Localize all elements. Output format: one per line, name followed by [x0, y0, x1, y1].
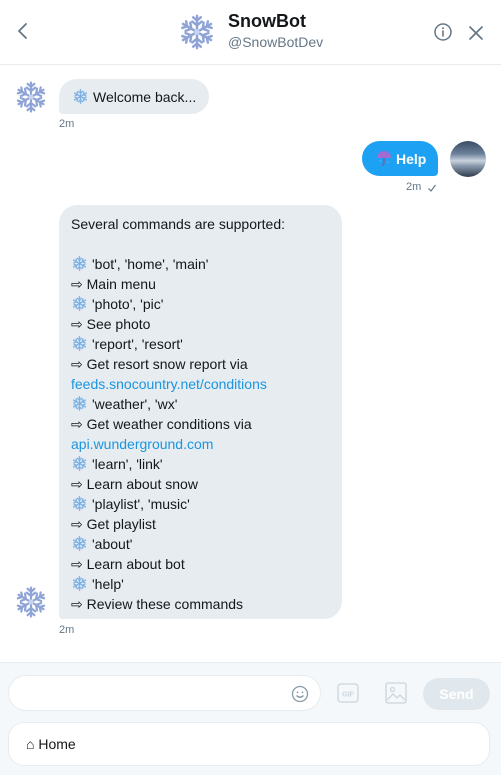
- image-icon[interactable]: [385, 682, 407, 704]
- user-avatar[interactable]: [450, 141, 486, 177]
- command-text-line: [71, 234, 330, 254]
- line-text: 'photo', 'pic': [92, 296, 164, 312]
- line-text: 'report', 'resort': [92, 336, 183, 352]
- back-arrow-icon[interactable]: [12, 20, 34, 42]
- line-text: 'weather', 'wx': [92, 396, 178, 412]
- command-text-line: ⇨ Get resort snow report via: [71, 354, 330, 374]
- command-keywords: 'bot', 'home', 'main': [71, 254, 330, 274]
- line-text: ⇨ Get playlist: [71, 516, 156, 532]
- command-keywords: 'about': [71, 534, 330, 554]
- bot-avatar[interactable]: [14, 585, 48, 619]
- line-text: ⇨ Learn about bot: [71, 556, 185, 572]
- composer-area: GIF Send ⌂ Home: [0, 662, 501, 775]
- link-text[interactable]: feeds.snocountry.net/conditions: [71, 376, 267, 392]
- close-icon[interactable]: [467, 24, 485, 42]
- snowflake-icon: [71, 335, 88, 352]
- gif-label: GIF: [342, 692, 354, 699]
- line-text: ⇨ Get weather conditions via: [71, 416, 252, 432]
- command-keywords: 'report', 'resort': [71, 334, 330, 354]
- bot-name[interactable]: SnowBot: [228, 11, 306, 32]
- line-text: ⇨ Learn about snow: [71, 476, 198, 492]
- line-text: 'playlist', 'music': [92, 496, 190, 512]
- command-keywords: 'learn', 'link': [71, 454, 330, 474]
- welcome-message-bubble: Welcome back...: [59, 79, 210, 114]
- umbrella-icon: [376, 150, 392, 166]
- command-link[interactable]: api.wunderground.com: [71, 434, 330, 454]
- bot-avatar[interactable]: [14, 80, 48, 114]
- command-link[interactable]: feeds.snocountry.net/conditions: [71, 374, 330, 394]
- command-text-line: ⇨ Main menu: [71, 274, 330, 294]
- message-timestamp: 2m: [59, 118, 75, 130]
- line-text: Several commands are supported:: [71, 216, 285, 232]
- snowflake-icon: [72, 88, 89, 105]
- commands-message-bubble: Several commands are supported: 'bot', 'h…: [59, 205, 342, 619]
- snowflake-icon: [71, 395, 88, 412]
- line-text: ⇨ Get resort snow report via: [71, 356, 248, 372]
- snowflake-icon: [71, 455, 88, 472]
- message-text: Welcome back...: [93, 89, 197, 105]
- command-text-line: ⇨ Learn about bot: [71, 554, 330, 574]
- help-message-bubble: Help: [362, 141, 439, 176]
- snowflake-icon: [71, 535, 88, 552]
- message-text: Help: [396, 151, 427, 167]
- link-text[interactable]: api.wunderground.com: [71, 436, 213, 452]
- command-text-line: ⇨ See photo: [71, 314, 330, 334]
- emoji-icon[interactable]: [291, 685, 309, 703]
- snowflake-icon: [71, 575, 88, 592]
- info-icon[interactable]: [434, 23, 452, 41]
- command-text-line: ⇨ Get playlist: [71, 514, 330, 534]
- command-text-line: ⇨ Get weather conditions via: [71, 414, 330, 434]
- gif-icon[interactable]: GIF: [337, 683, 359, 703]
- snowflake-icon: [71, 295, 88, 312]
- command-text-line: Several commands are supported:: [71, 214, 330, 234]
- command-text-line: ⇨ Review these commands: [71, 594, 330, 614]
- line-text: 'bot', 'home', 'main': [92, 256, 209, 272]
- line-text: ⇨ Review these commands: [71, 596, 244, 612]
- message-timestamp: 2m: [59, 624, 75, 636]
- check-icon: [427, 180, 437, 192]
- line-text: 'help': [92, 576, 124, 592]
- snowflake-icon: [71, 255, 88, 272]
- message-timestamp: 2m: [406, 181, 422, 193]
- command-keywords: 'playlist', 'music': [71, 494, 330, 514]
- command-text-line: ⇨ Learn about snow: [71, 474, 330, 494]
- send-button[interactable]: Send: [423, 678, 490, 710]
- conversation-header: SnowBot @SnowBotDev: [0, 0, 501, 65]
- bot-avatar[interactable]: [178, 13, 216, 51]
- line-text: 'about': [92, 536, 133, 552]
- snowflake-icon: [71, 495, 88, 512]
- line-text: 'learn', 'link': [92, 456, 163, 472]
- commands-list: Several commands are supported: 'bot', 'h…: [71, 214, 330, 614]
- command-keywords: 'weather', 'wx': [71, 394, 330, 414]
- line-text: ⇨ See photo: [71, 316, 151, 332]
- command-keywords: 'help': [71, 574, 330, 594]
- line-text: ⇨ Main menu: [71, 276, 156, 292]
- home-quick-reply-button[interactable]: ⌂ Home: [8, 722, 490, 766]
- bot-handle[interactable]: @SnowBotDev: [228, 34, 323, 50]
- message-input[interactable]: [8, 675, 321, 711]
- command-keywords: 'photo', 'pic': [71, 294, 330, 314]
